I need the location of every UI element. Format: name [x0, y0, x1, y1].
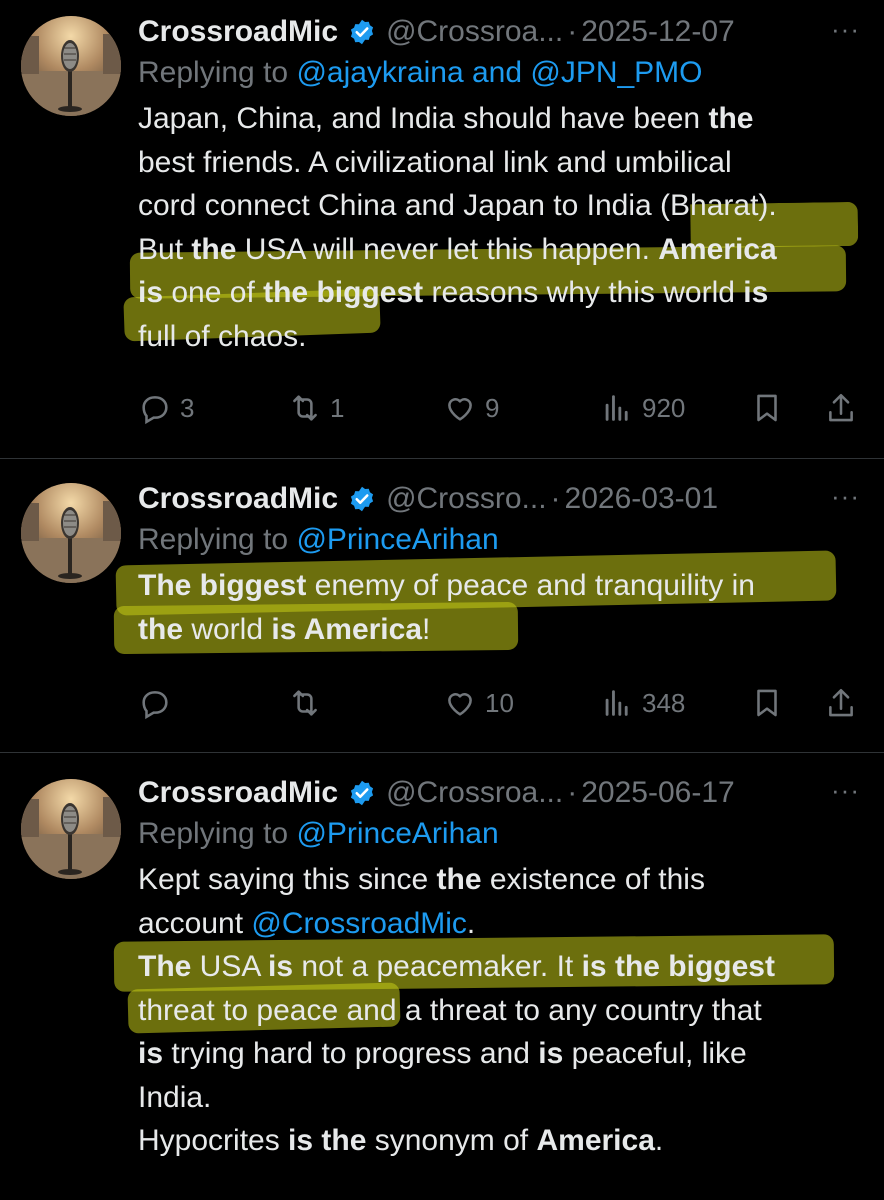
display-name[interactable]: CrossroadMic: [138, 481, 338, 517]
views-icon: [605, 395, 628, 421]
reply-button[interactable]: 3: [138, 388, 194, 428]
like-button[interactable]: 10: [443, 683, 514, 723]
separator-dot: ·: [567, 776, 578, 809]
mention-link[interactable]: @CrossroadMic: [251, 907, 467, 940]
bookmark-button[interactable]: [750, 388, 784, 428]
separator-dot: ·: [567, 15, 578, 48]
retweet-icon: [293, 395, 317, 421]
display-name[interactable]: CrossroadMic: [138, 14, 338, 50]
avatar[interactable]: [21, 483, 121, 583]
views-button[interactable]: 920: [600, 388, 685, 428]
bookmark-button[interactable]: [750, 683, 784, 723]
more-icon[interactable]: ···: [831, 14, 860, 44]
reply-mention-link[interactable]: @PrinceArihan: [296, 523, 498, 556]
tweet[interactable]: CrossroadMic @Crossroa... · 2025-12-07 ·…: [0, 0, 884, 458]
tweet-header: CrossroadMic @Crossroa... · 2025-06-17 ·…: [138, 775, 860, 811]
like-icon: [448, 693, 472, 716]
retweet-button[interactable]: [288, 683, 330, 723]
user-handle[interactable]: @Crossro...: [386, 481, 546, 517]
tweet-actions: 3 1 9 920: [138, 388, 860, 428]
like-count: 10: [485, 687, 514, 718]
retweet-icon: [293, 690, 317, 716]
tweet-header: CrossroadMic @Crossroa... · 2025-12-07 ·…: [138, 14, 860, 50]
user-handle[interactable]: @Crossroa...: [386, 14, 563, 50]
views-count: 920: [642, 392, 686, 423]
verified-badge-icon: [348, 18, 376, 46]
reply-mention-link[interactable]: @ajaykraina and @JPN_PMO: [296, 56, 702, 89]
share-icon: [829, 688, 853, 717]
reply-mention-link[interactable]: @PrinceArihan: [296, 817, 498, 850]
views-icon: [605, 690, 628, 716]
display-name[interactable]: CrossroadMic: [138, 775, 338, 811]
share-icon: [829, 393, 853, 422]
bookmark-icon: [757, 689, 777, 717]
tweet-date[interactable]: 2025-12-07: [581, 14, 734, 50]
retweet-button[interactable]: 1: [288, 388, 344, 428]
reply-icon: [142, 396, 168, 425]
tweet[interactable]: CrossroadMic @Crossroa... · 2025-06-17 ·…: [0, 753, 884, 1200]
replying-to: Replying to @ajaykraina and @JPN_PMO: [138, 56, 703, 89]
tweet[interactable]: CrossroadMic @Crossro... · 2026-03-01 ··…: [0, 459, 884, 751]
tweet-text: The biggest enemy of peace and tranquili…: [113, 550, 860, 655]
tweet-date[interactable]: 2026-03-01: [565, 481, 718, 517]
more-icon[interactable]: ···: [831, 775, 860, 805]
share-button[interactable]: [824, 388, 858, 428]
retweet-count: 1: [330, 392, 345, 423]
separator-dot: ·: [550, 482, 561, 515]
tweet-text: Japan, China, and India should have been…: [123, 97, 860, 358]
reply-icon: [142, 691, 168, 720]
tweet-text: Kept saying this since the existence of …: [113, 858, 860, 1163]
verified-badge-icon: [348, 779, 376, 807]
avatar[interactable]: [21, 16, 121, 116]
views-count: 348: [642, 687, 686, 718]
bookmark-icon: [757, 394, 777, 422]
user-handle[interactable]: @Crossroa...: [386, 775, 563, 811]
views-button[interactable]: 348: [600, 683, 685, 723]
tweet-header: CrossroadMic @Crossro... · 2026-03-01 ··…: [138, 481, 860, 517]
share-button[interactable]: [824, 683, 858, 723]
reply-count: 3: [180, 392, 195, 423]
tweet-date[interactable]: 2025-06-17: [581, 775, 734, 811]
reply-button[interactable]: [138, 683, 180, 723]
tweet-actions: 10 348: [138, 683, 860, 723]
more-icon[interactable]: ···: [831, 481, 860, 511]
avatar[interactable]: [21, 779, 121, 879]
verified-badge-icon: [348, 485, 376, 513]
like-button[interactable]: 9: [443, 388, 499, 428]
like-icon: [448, 398, 472, 421]
like-count: 9: [485, 392, 500, 423]
replying-to: Replying to @PrinceArihan: [138, 817, 499, 850]
